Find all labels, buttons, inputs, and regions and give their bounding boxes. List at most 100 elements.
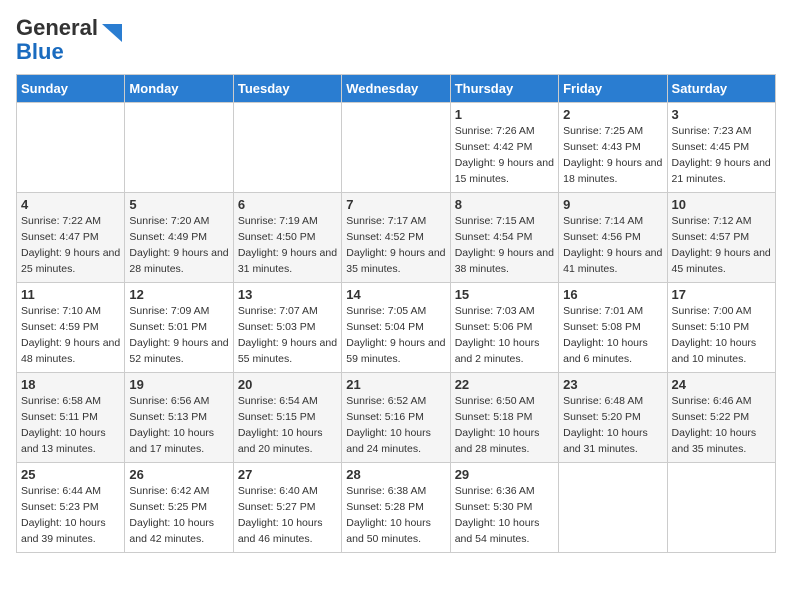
- day-info: Sunrise: 7:15 AMSunset: 4:54 PMDaylight:…: [455, 214, 554, 277]
- calendar-day-cell: 27 Sunrise: 6:40 AMSunset: 5:27 PMDayligh…: [233, 463, 341, 553]
- day-number: 29: [455, 467, 554, 482]
- calendar-day-cell: [667, 463, 775, 553]
- weekday-header-row: SundayMondayTuesdayWednesdayThursdayFrid…: [17, 75, 776, 103]
- day-info: Sunrise: 7:03 AMSunset: 5:06 PMDaylight:…: [455, 304, 554, 367]
- calendar-day-cell: 19 Sunrise: 6:56 AMSunset: 5:13 PMDayligh…: [125, 373, 233, 463]
- day-number: 5: [129, 197, 228, 212]
- calendar-body: 1 Sunrise: 7:26 AMSunset: 4:42 PMDaylight…: [17, 103, 776, 553]
- day-info: Sunrise: 6:44 AMSunset: 5:23 PMDaylight:…: [21, 484, 120, 547]
- calendar-day-cell: 4 Sunrise: 7:22 AMSunset: 4:47 PMDaylight…: [17, 193, 125, 283]
- calendar-day-cell: 22 Sunrise: 6:50 AMSunset: 5:18 PMDayligh…: [450, 373, 558, 463]
- weekday-header-cell: Saturday: [667, 75, 775, 103]
- calendar-day-cell: 24 Sunrise: 6:46 AMSunset: 5:22 PMDayligh…: [667, 373, 775, 463]
- day-info: Sunrise: 7:20 AMSunset: 4:49 PMDaylight:…: [129, 214, 228, 277]
- calendar-day-cell: [125, 103, 233, 193]
- day-info: Sunrise: 7:19 AMSunset: 4:50 PMDaylight:…: [238, 214, 337, 277]
- day-number: 27: [238, 467, 337, 482]
- day-number: 16: [563, 287, 662, 302]
- day-number: 8: [455, 197, 554, 212]
- day-number: 10: [672, 197, 771, 212]
- day-number: 13: [238, 287, 337, 302]
- calendar-week-row: 11 Sunrise: 7:10 AMSunset: 4:59 PMDayligh…: [17, 283, 776, 373]
- day-number: 7: [346, 197, 445, 212]
- calendar-day-cell: 25 Sunrise: 6:44 AMSunset: 5:23 PMDayligh…: [17, 463, 125, 553]
- calendar-day-cell: 29 Sunrise: 6:36 AMSunset: 5:30 PMDayligh…: [450, 463, 558, 553]
- calendar-day-cell: 1 Sunrise: 7:26 AMSunset: 4:42 PMDaylight…: [450, 103, 558, 193]
- day-number: 14: [346, 287, 445, 302]
- calendar-day-cell: 26 Sunrise: 6:42 AMSunset: 5:25 PMDayligh…: [125, 463, 233, 553]
- day-info: Sunrise: 6:56 AMSunset: 5:13 PMDaylight:…: [129, 394, 228, 457]
- calendar-day-cell: 14 Sunrise: 7:05 AMSunset: 5:04 PMDayligh…: [342, 283, 450, 373]
- day-info: Sunrise: 6:48 AMSunset: 5:20 PMDaylight:…: [563, 394, 662, 457]
- calendar-day-cell: [233, 103, 341, 193]
- calendar-day-cell: 3 Sunrise: 7:23 AMSunset: 4:45 PMDaylight…: [667, 103, 775, 193]
- calendar-day-cell: 6Sunrise: 7:19 AMSunset: 4:50 PMDaylight…: [233, 193, 341, 283]
- day-info: Sunrise: 7:25 AMSunset: 4:43 PMDaylight:…: [563, 124, 662, 187]
- day-info: Sunrise: 6:58 AMSunset: 5:11 PMDaylight:…: [21, 394, 120, 457]
- day-number: 25: [21, 467, 120, 482]
- day-info: Sunrise: 7:22 AMSunset: 4:47 PMDaylight:…: [21, 214, 120, 277]
- weekday-header-cell: Tuesday: [233, 75, 341, 103]
- day-info: Sunrise: 6:42 AMSunset: 5:25 PMDaylight:…: [129, 484, 228, 547]
- day-number: 22: [455, 377, 554, 392]
- day-info: Sunrise: 6:52 AMSunset: 5:16 PMDaylight:…: [346, 394, 445, 457]
- day-info: Sunrise: 6:50 AMSunset: 5:18 PMDaylight:…: [455, 394, 554, 457]
- day-info: Sunrise: 6:40 AMSunset: 5:27 PMDaylight:…: [238, 484, 337, 547]
- calendar-week-row: 4 Sunrise: 7:22 AMSunset: 4:47 PMDaylight…: [17, 193, 776, 283]
- day-number: 4: [21, 197, 120, 212]
- weekday-header-cell: Wednesday: [342, 75, 450, 103]
- day-number: 21: [346, 377, 445, 392]
- day-number: 11: [21, 287, 120, 302]
- day-info: Sunrise: 7:23 AMSunset: 4:45 PMDaylight:…: [672, 124, 771, 187]
- calendar-day-cell: 5 Sunrise: 7:20 AMSunset: 4:49 PMDaylight…: [125, 193, 233, 283]
- day-info: Sunrise: 7:10 AMSunset: 4:59 PMDaylight:…: [21, 304, 120, 367]
- calendar-table: SundayMondayTuesdayWednesdayThursdayFrid…: [16, 74, 776, 553]
- weekday-header-cell: Monday: [125, 75, 233, 103]
- day-number: 26: [129, 467, 228, 482]
- calendar-day-cell: [559, 463, 667, 553]
- day-info: Sunrise: 7:05 AMSunset: 5:04 PMDaylight:…: [346, 304, 445, 367]
- day-info: Sunrise: 6:36 AMSunset: 5:30 PMDaylight:…: [455, 484, 554, 547]
- calendar-day-cell: 16 Sunrise: 7:01 AMSunset: 5:08 PMDayligh…: [559, 283, 667, 373]
- calendar-day-cell: 10 Sunrise: 7:12 AMSunset: 4:57 PMDayligh…: [667, 193, 775, 283]
- day-number: 9: [563, 197, 662, 212]
- day-number: 18: [21, 377, 120, 392]
- day-info: Sunrise: 7:09 AMSunset: 5:01 PMDaylight:…: [129, 304, 228, 367]
- day-number: 3: [672, 107, 771, 122]
- weekday-header-cell: Friday: [559, 75, 667, 103]
- calendar-day-cell: 17 Sunrise: 7:00 AMSunset: 5:10 PMDayligh…: [667, 283, 775, 373]
- day-info: Sunrise: 7:01 AMSunset: 5:08 PMDaylight:…: [563, 304, 662, 367]
- day-info: Sunrise: 7:17 AMSunset: 4:52 PMDaylight:…: [346, 214, 445, 277]
- day-number: 19: [129, 377, 228, 392]
- day-info: Sunrise: 6:46 AMSunset: 5:22 PMDaylight:…: [672, 394, 771, 457]
- calendar-day-cell: 2 Sunrise: 7:25 AMSunset: 4:43 PMDaylight…: [559, 103, 667, 193]
- day-info: Sunrise: 6:38 AMSunset: 5:28 PMDaylight:…: [346, 484, 445, 547]
- calendar-day-cell: 8 Sunrise: 7:15 AMSunset: 4:54 PMDaylight…: [450, 193, 558, 283]
- day-number: 28: [346, 467, 445, 482]
- day-info: Sunrise: 7:26 AMSunset: 4:42 PMDaylight:…: [455, 124, 554, 187]
- day-info: Sunrise: 7:07 AMSunset: 5:03 PMDaylight:…: [238, 304, 337, 367]
- calendar-day-cell: [17, 103, 125, 193]
- day-info: Sunrise: 7:00 AMSunset: 5:10 PMDaylight:…: [672, 304, 771, 367]
- calendar-day-cell: 11 Sunrise: 7:10 AMSunset: 4:59 PMDayligh…: [17, 283, 125, 373]
- calendar-day-cell: 23 Sunrise: 6:48 AMSunset: 5:20 PMDayligh…: [559, 373, 667, 463]
- calendar-day-cell: 28 Sunrise: 6:38 AMSunset: 5:28 PMDayligh…: [342, 463, 450, 553]
- day-info: Sunrise: 7:14 AMSunset: 4:56 PMDaylight:…: [563, 214, 662, 277]
- day-number: 15: [455, 287, 554, 302]
- day-number: 24: [672, 377, 771, 392]
- day-number: 23: [563, 377, 662, 392]
- calendar-week-row: 18 Sunrise: 6:58 AMSunset: 5:11 PMDayligh…: [17, 373, 776, 463]
- calendar-day-cell: 21 Sunrise: 6:52 AMSunset: 5:16 PMDayligh…: [342, 373, 450, 463]
- day-number: 17: [672, 287, 771, 302]
- calendar-day-cell: 13 Sunrise: 7:07 AMSunset: 5:03 PMDayligh…: [233, 283, 341, 373]
- day-number: 20: [238, 377, 337, 392]
- day-number: 2: [563, 107, 662, 122]
- logo-text: GeneralBlue: [16, 16, 98, 64]
- calendar-day-cell: 12 Sunrise: 7:09 AMSunset: 5:01 PMDayligh…: [125, 283, 233, 373]
- day-info: Sunrise: 7:12 AMSunset: 4:57 PMDaylight:…: [672, 214, 771, 277]
- day-number: 12: [129, 287, 228, 302]
- calendar-week-row: 1 Sunrise: 7:26 AMSunset: 4:42 PMDaylight…: [17, 103, 776, 193]
- calendar-week-row: 25 Sunrise: 6:44 AMSunset: 5:23 PMDayligh…: [17, 463, 776, 553]
- day-number: 1: [455, 107, 554, 122]
- logo: GeneralBlue: [16, 16, 122, 64]
